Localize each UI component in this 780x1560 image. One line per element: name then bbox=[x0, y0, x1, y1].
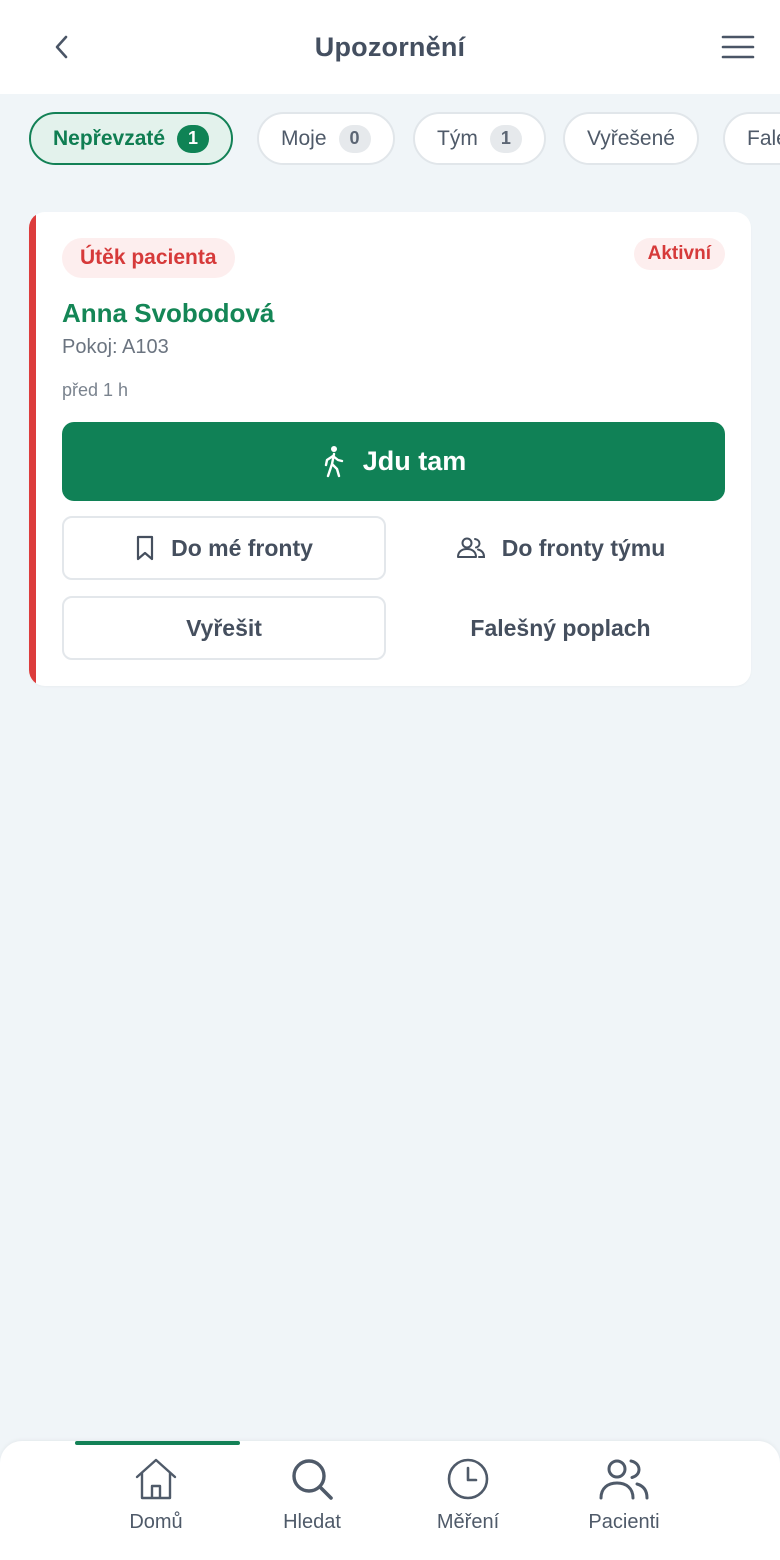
tab-label: Nepřevzaté bbox=[53, 126, 166, 150]
search-icon bbox=[292, 1459, 333, 1500]
chevron-left-icon bbox=[55, 35, 68, 59]
false-alarm-button[interactable]: Falešný poplach bbox=[396, 596, 725, 660]
go-there-label: Jdu tam bbox=[362, 446, 467, 476]
users-icon bbox=[599, 1459, 649, 1500]
tab-label: Tým bbox=[437, 126, 478, 150]
add-to-team-queue-button[interactable]: Do fronty týmu bbox=[396, 516, 725, 580]
nav-label: Pacienti bbox=[588, 1511, 660, 1533]
resolve-label: Vyřešit bbox=[186, 614, 262, 641]
add-to-my-queue-button[interactable]: Do mé fronty bbox=[62, 516, 386, 580]
tab-count-badge: 1 bbox=[177, 124, 210, 153]
alert-type-badge: Útěk pacienta bbox=[62, 238, 235, 278]
nav-item-measurements[interactable]: Měření bbox=[388, 1457, 548, 1553]
tab-mine[interactable]: Moje 0 bbox=[257, 112, 395, 165]
nav-label: Měření bbox=[436, 1511, 500, 1533]
tab-unclaimed[interactable]: Nepřevzaté 1 bbox=[29, 112, 234, 165]
walking-person-icon bbox=[324, 445, 343, 477]
team-queue-label: Do fronty týmu bbox=[501, 534, 666, 561]
tab-resolved[interactable]: Vyřešené bbox=[563, 112, 699, 165]
page-title: Upozornění bbox=[314, 31, 466, 62]
tab-count-badge: 1 bbox=[489, 124, 522, 153]
alert-severity-bar bbox=[29, 212, 36, 686]
status-badge: Aktivní bbox=[633, 238, 725, 270]
alert-card: Útěk pacienta Aktivní Anna Svobodová Pok… bbox=[29, 212, 751, 686]
my-queue-label: Do mé fronty bbox=[171, 534, 313, 561]
false-alarm-label: Falešný poplach bbox=[470, 614, 651, 641]
bookmark-icon bbox=[136, 535, 154, 561]
hamburger-menu-icon bbox=[721, 35, 755, 59]
go-there-button[interactable]: Jdu tam bbox=[62, 422, 725, 501]
home-icon bbox=[135, 1458, 177, 1500]
tab-team[interactable]: Tým 1 bbox=[413, 112, 546, 165]
tab-label: Falešné bbox=[747, 126, 780, 150]
back-button[interactable] bbox=[40, 27, 84, 67]
alert-time: před 1 h bbox=[62, 380, 129, 400]
menu-button[interactable] bbox=[716, 27, 760, 67]
filter-tabs: Nepřevzaté 1 Moje 0 Tým 1 Vyřešené Faleš… bbox=[0, 112, 780, 166]
users-icon bbox=[456, 537, 485, 558]
tab-false-alarms[interactable]: Falešné bbox=[723, 112, 780, 165]
nav-item-search[interactable]: Hledat bbox=[232, 1457, 392, 1553]
tab-label: Moje bbox=[281, 126, 327, 150]
nav-item-patients[interactable]: Pacienti bbox=[544, 1457, 704, 1553]
app-root: Upozornění Nepřevzaté 1 Moje 0 Tým 1 Vyř… bbox=[0, 0, 780, 1560]
resolve-button[interactable]: Vyřešit bbox=[62, 596, 386, 660]
active-tab-indicator bbox=[75, 1441, 240, 1445]
nav-item-home[interactable]: Domů bbox=[76, 1457, 236, 1553]
bottom-navigation: Domů Hledat Měření Pacienti bbox=[0, 1441, 780, 1560]
tab-label: Vyřešené bbox=[587, 126, 675, 150]
top-bar: Upozornění bbox=[0, 0, 780, 94]
patient-name: Anna Svobodová bbox=[62, 298, 275, 328]
nav-label: Hledat bbox=[283, 1511, 341, 1533]
tab-count-badge: 0 bbox=[338, 124, 371, 153]
nav-label: Domů bbox=[129, 1511, 183, 1533]
clock-icon bbox=[447, 1458, 489, 1500]
room-label: Pokoj: A103 bbox=[62, 336, 169, 358]
